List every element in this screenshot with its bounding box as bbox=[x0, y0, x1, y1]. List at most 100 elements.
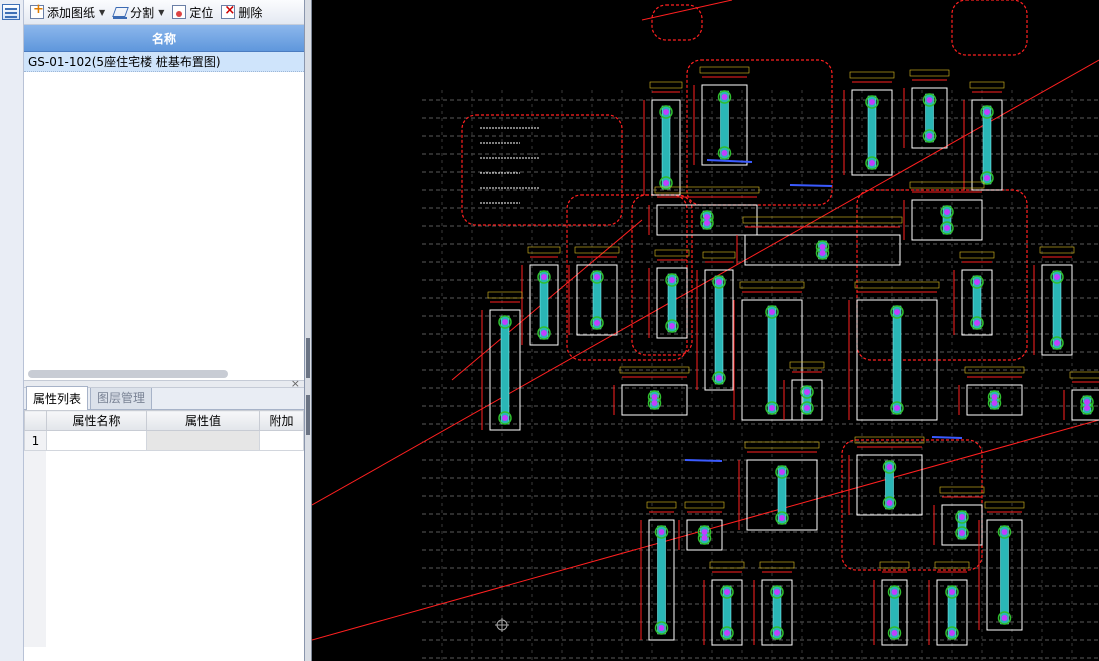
dimension-label-placeholder bbox=[709, 561, 745, 569]
property-value-cell[interactable] bbox=[146, 430, 260, 451]
row-number: 1 bbox=[24, 430, 47, 451]
add-drawing-label: 添加图纸 bbox=[47, 5, 96, 20]
pile-center bbox=[949, 589, 955, 595]
dimension-label-placeholder bbox=[574, 246, 620, 254]
dimension-label-placeholder bbox=[487, 291, 523, 299]
pile-center bbox=[944, 209, 950, 215]
column-name-label: 名称 bbox=[151, 31, 176, 46]
row-number-header bbox=[24, 410, 47, 431]
shear-wall bbox=[500, 315, 510, 425]
dimension-label-placeholder bbox=[939, 486, 985, 494]
dimension-label-placeholder bbox=[702, 251, 736, 259]
dimension-label-placeholder bbox=[854, 281, 940, 289]
bottom-tabs: 属性列表 图层管理 bbox=[24, 385, 304, 410]
property-extra-header[interactable]: 附加 bbox=[259, 410, 304, 431]
resize-grip[interactable] bbox=[306, 338, 310, 378]
pile-center bbox=[594, 274, 600, 280]
tab-layers[interactable]: 图层管理 bbox=[90, 385, 153, 409]
tab-properties[interactable]: 属性列表 bbox=[26, 386, 89, 410]
pile-center bbox=[779, 469, 785, 475]
resize-grip[interactable] bbox=[306, 395, 310, 435]
cad-drawing-canvas[interactable] bbox=[312, 0, 1099, 661]
pile-center bbox=[716, 279, 722, 285]
shear-wall bbox=[767, 305, 777, 415]
add-drawing-icon bbox=[30, 2, 44, 19]
pile-center bbox=[974, 279, 980, 285]
table-row[interactable]: 1 bbox=[24, 430, 304, 451]
panel-resize-handle[interactable] bbox=[305, 0, 312, 661]
pile-center bbox=[774, 589, 780, 595]
property-value-header[interactable]: 属性值 bbox=[146, 410, 260, 431]
locate-icon bbox=[172, 5, 187, 19]
dimension-label-placeholder bbox=[964, 366, 1025, 374]
locate-label: 定位 bbox=[189, 5, 214, 20]
pile-center bbox=[869, 160, 875, 166]
panel-menu-icon[interactable] bbox=[2, 4, 20, 20]
pile-center bbox=[663, 109, 669, 115]
pile-center bbox=[701, 529, 708, 535]
dimension-label-placeholder bbox=[1069, 371, 1099, 379]
pile-center bbox=[819, 244, 826, 250]
delete-button[interactable]: 删除 bbox=[221, 3, 263, 21]
pile-center bbox=[724, 589, 730, 595]
pile-center bbox=[891, 589, 898, 595]
pile-center bbox=[658, 625, 665, 631]
delete-label: 删除 bbox=[238, 5, 263, 20]
chevron-down-icon[interactable]: ▼ bbox=[158, 8, 164, 17]
chevron-down-icon[interactable]: ▼ bbox=[99, 8, 105, 17]
pile-center bbox=[949, 630, 955, 636]
pile-center bbox=[669, 277, 675, 283]
dimension-label-placeholder bbox=[744, 441, 820, 449]
pile-center bbox=[701, 535, 708, 541]
drawing-list-header[interactable]: 名称 bbox=[24, 25, 304, 52]
dimension-label-placeholder bbox=[969, 81, 1005, 89]
revision-cloud bbox=[686, 59, 833, 206]
pile-center bbox=[502, 319, 508, 325]
pile-center bbox=[769, 309, 775, 315]
locate-button[interactable]: 定位 bbox=[172, 4, 213, 21]
tag-line bbox=[706, 159, 753, 163]
split-button[interactable]: 分割 ▼ bbox=[113, 4, 164, 21]
pile-center bbox=[1001, 615, 1008, 621]
pile-center bbox=[1054, 340, 1060, 346]
dimension-label-placeholder bbox=[879, 561, 910, 569]
tag-line bbox=[789, 184, 833, 187]
pile-center bbox=[541, 274, 547, 280]
property-extra-cell[interactable] bbox=[259, 430, 304, 451]
property-table-empty-area bbox=[24, 451, 304, 647]
property-name-header[interactable]: 属性名称 bbox=[46, 410, 147, 431]
dimension-label-placeholder bbox=[646, 501, 677, 509]
dimension-label-placeholder bbox=[789, 361, 825, 369]
pile-layout-drawing[interactable] bbox=[312, 0, 1099, 661]
pile-center bbox=[669, 323, 675, 329]
dimension-label-placeholder bbox=[909, 69, 950, 77]
dimension-label-placeholder bbox=[649, 81, 683, 89]
pile-center bbox=[991, 394, 998, 400]
pile-center bbox=[594, 320, 600, 326]
shear-wall bbox=[892, 305, 902, 415]
dimension-label-placeholder bbox=[959, 251, 995, 259]
pile-center bbox=[774, 630, 780, 636]
shear-wall bbox=[657, 525, 666, 635]
drawing-manager-panel: 添加图纸 ▼ 分割 ▼ 定位 删除 名称 GS-01-102(5座住宅楼 桩基布… bbox=[24, 0, 305, 661]
drawing-list-body bbox=[24, 72, 304, 380]
add-drawing-button[interactable]: 添加图纸 ▼ bbox=[30, 2, 105, 21]
horizontal-scrollbar[interactable] bbox=[28, 370, 228, 378]
drawing-name: GS-01-102(5座住宅楼 桩基布置图) bbox=[28, 55, 221, 69]
pile-center bbox=[984, 109, 990, 115]
property-name-cell[interactable] bbox=[46, 430, 147, 451]
dimension-label-placeholder bbox=[1039, 246, 1075, 254]
pile-center bbox=[819, 250, 826, 256]
revision-cloud bbox=[651, 4, 703, 41]
pile-center bbox=[959, 530, 965, 536]
drawing-list-item[interactable]: GS-01-102(5座住宅楼 桩基布置图) bbox=[24, 52, 304, 72]
pile-center bbox=[651, 394, 658, 400]
shear-wall bbox=[720, 90, 729, 160]
delete-icon bbox=[221, 3, 236, 19]
pile-center bbox=[658, 529, 665, 535]
pile-center bbox=[724, 630, 730, 636]
pile-center bbox=[804, 389, 810, 395]
close-icon[interactable]: × bbox=[291, 377, 300, 390]
pile-center bbox=[894, 309, 900, 315]
tag-line bbox=[684, 459, 723, 462]
